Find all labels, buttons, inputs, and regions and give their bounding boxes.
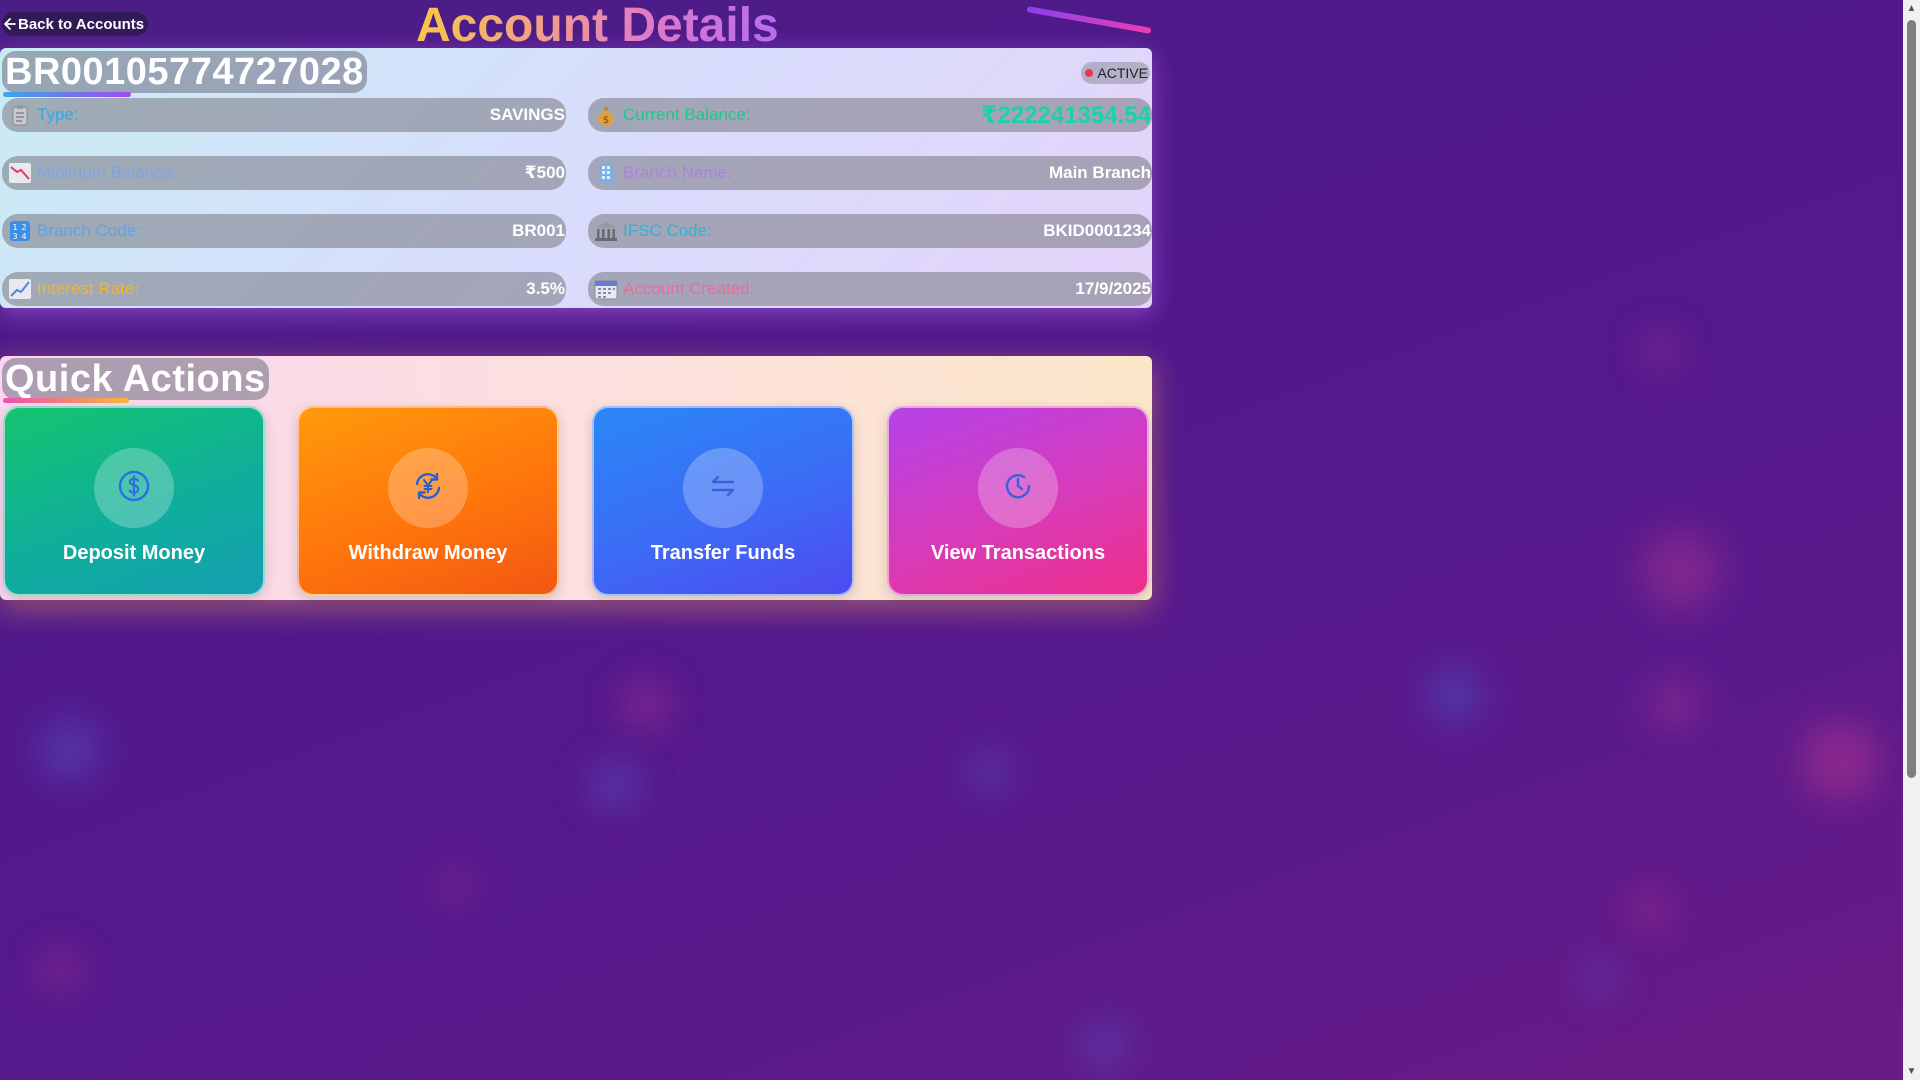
numbers-icon: 1234: [7, 218, 33, 244]
transfer-funds-label: Transfer Funds: [650, 542, 796, 564]
field-label: Branch Code:: [37, 221, 141, 240]
svg-text:2: 2: [21, 223, 26, 232]
background-bokeh: [1800, 720, 1880, 800]
field-type: Type: SAVINGS: [2, 98, 566, 132]
yen-refresh-icon: [411, 469, 445, 508]
background-bokeh: [1630, 890, 1670, 930]
bank-icon: [593, 218, 619, 244]
chart-increasing-icon: [7, 276, 33, 302]
status-dot-icon: [1085, 69, 1094, 77]
transfer-icon-circle: [683, 448, 763, 528]
background-bokeh: [1640, 530, 1720, 610]
svg-text:1: 1: [12, 223, 17, 232]
transfer-funds-button[interactable]: Transfer Funds: [592, 406, 854, 596]
account-number-underline: [3, 92, 131, 97]
scroll-up-arrow-icon[interactable]: ▲: [1903, 0, 1920, 17]
withdraw-icon-circle: [388, 448, 468, 528]
quick-actions-title: Quick Actions: [2, 358, 269, 400]
dollar-coin-icon: [117, 469, 151, 508]
quick-actions-card: Quick Actions Deposit Money Withdraw Mon…: [0, 356, 1152, 600]
background-bokeh: [1650, 680, 1700, 730]
building-icon: [593, 160, 619, 186]
view-transactions-button[interactable]: View Transactions: [887, 406, 1149, 596]
field-label: Type:: [37, 105, 79, 124]
field-branch-name: Branch Name: Main Branch: [588, 156, 1152, 190]
deposit-icon-circle: [94, 448, 174, 528]
svg-text:3: 3: [12, 232, 17, 241]
quick-actions-underline: [3, 398, 129, 403]
transfer-arrows-icon: [706, 469, 740, 508]
clock-icon: [1001, 469, 1035, 508]
chart-decreasing-icon: [7, 160, 33, 186]
background-bokeh: [440, 870, 470, 900]
deposit-money-label: Deposit Money: [62, 542, 206, 564]
background-bokeh: [1580, 960, 1620, 1000]
deposit-money-button[interactable]: Deposit Money: [3, 406, 265, 596]
field-interest-rate: Interest Rate: 3.5%: [2, 272, 566, 306]
clipboard-icon: [7, 102, 33, 128]
status-text: ACTIVE: [1097, 65, 1148, 81]
field-label: Current Balance:: [623, 105, 751, 124]
field-label: Account Created:: [623, 279, 755, 298]
status-badge: ACTIVE: [1081, 62, 1150, 84]
field-account-created: Account Created: 17/9/2025: [588, 272, 1152, 306]
field-label: IFSC Code:: [623, 221, 712, 240]
account-details-card: BR00105774727028 ACTIVE Type: SAVINGS $ …: [0, 48, 1152, 308]
page-title: Account Details: [416, 0, 779, 52]
title-decoration: [1026, 6, 1152, 34]
field-value: BKID0001234: [1043, 221, 1151, 240]
background-bokeh: [40, 950, 80, 990]
field-value: 17/9/2025: [1075, 279, 1151, 298]
withdraw-money-label: Withdraw Money: [348, 542, 508, 564]
svg-text:$: $: [603, 115, 609, 126]
scroll-thumb[interactable]: [1907, 20, 1916, 778]
field-value: SAVINGS: [489, 105, 565, 124]
field-branch-code: 1234 Branch Code: BR001: [2, 214, 566, 248]
back-button-label: Back to Accounts: [18, 15, 145, 33]
money-bag-icon: $: [593, 102, 619, 128]
background-bokeh: [40, 720, 100, 780]
field-value: BR001: [512, 221, 565, 240]
background-bokeh: [1430, 670, 1480, 720]
field-current-balance: $ Current Balance: ₹222241354.54: [588, 98, 1152, 132]
field-ifsc-code: IFSC Code: BKID0001234: [588, 214, 1152, 248]
background-bokeh: [1640, 330, 1680, 370]
back-to-accounts-button[interactable]: Back to Accounts: [2, 12, 149, 36]
field-value: Main Branch: [1048, 163, 1151, 182]
arrow-left-icon: [2, 17, 16, 31]
background-bokeh: [1080, 1020, 1130, 1070]
field-minimum-balance: Minimum Balance: ₹500: [2, 156, 566, 190]
background-bokeh: [970, 750, 1010, 790]
calendar-icon: [593, 276, 619, 302]
field-value: ₹222241354.54: [980, 101, 1151, 129]
field-label: Minimum Balance:: [37, 163, 177, 182]
field-value: ₹500: [524, 163, 565, 182]
field-label: Interest Rate:: [37, 279, 140, 298]
background-bokeh: [590, 760, 640, 810]
field-value: 3.5%: [526, 279, 565, 298]
view-transactions-icon-circle: [978, 448, 1058, 528]
background-bokeh: [620, 680, 670, 730]
view-transactions-label: View Transactions: [930, 542, 1106, 564]
withdraw-money-button[interactable]: Withdraw Money: [297, 406, 559, 596]
account-number: BR00105774727028: [2, 51, 367, 93]
field-label: Branch Name:: [623, 163, 732, 182]
vertical-scrollbar[interactable]: ▲ ▼: [1903, 0, 1920, 1080]
scroll-down-arrow-icon[interactable]: ▼: [1903, 1063, 1920, 1080]
svg-text:4: 4: [21, 232, 26, 241]
